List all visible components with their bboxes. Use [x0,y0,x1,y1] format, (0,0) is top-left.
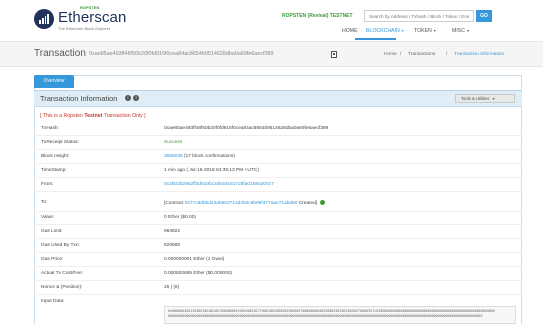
nav-token-label: TOKEN [414,28,432,34]
breadcrumb-transactions[interactable]: Transactions [408,52,435,57]
nonce-value: 26 | {6} [164,285,180,290]
ropsten-testnet-notice: [ This is a Ropsten Testnet Transaction … [40,113,146,119]
row-label: Input Data: [41,299,65,304]
help-icon[interactable]: ? [133,95,139,101]
row-label: From: [41,182,54,187]
contract-suffix: Created] [297,200,318,206]
row-timestamp: TimeStamp: 1 min ago ( Jul-16-2018 04:35… [34,165,522,178]
network-label: ROPSTEN (Revival) TESTNET [282,13,353,19]
notice-emphasis: Testnet [84,113,103,119]
nav-blockchain-label: BLOCKCHAIN [366,28,400,34]
chevron-down-icon: ▾ [466,28,469,33]
contract-prefix: [Contract [164,200,185,206]
tab-overview[interactable]: Overview [34,75,74,88]
page-title: Transaction [34,48,86,59]
row-label: Gas Price: [41,257,64,262]
input-data-box[interactable]: 0x60806040523480156100105760008060fd5b50… [164,306,516,324]
brand-name[interactable]: Etherscan [58,9,126,26]
row-label: TimeStamp: [41,168,67,173]
nav-token[interactable]: TOKEN ▾ [414,28,436,34]
breadcrumb-separator: / [446,52,448,57]
from-address-link[interactable]: 0x2b03b2952ff3d610bc3db40161728fa0158a20… [164,182,274,187]
nav-blockchain[interactable]: BLOCKCHAIN ▾ [366,28,404,34]
nav-misc-label: MISC [452,28,465,34]
block-height-value: 3658036 (17 block confirmations) [164,154,235,159]
value-amount: 0 Ether ($0.00) [164,215,196,220]
row-gas-used: Gas Used By Txn: 820685 [34,240,522,253]
logo-bars-icon [39,14,49,24]
contract-address-link[interactable]: 0x77c8d0bd23ab502712d4b0c9b99f477aae71ab… [185,201,298,206]
timestamp-value: 1 min ago ( Jul-16-2018 04:35:13 PM +UTC… [164,168,259,173]
nav-misc[interactable]: MISC ▾ [452,28,469,34]
chevron-down-icon: ▾ [401,28,404,33]
page: Etherscan ROPSTEN The Ethereum Block Exp… [0,0,543,324]
search-input[interactable] [364,10,474,22]
row-label: Block Height: [41,154,70,159]
txhash-value: 0xae85ae493ff48f50b20f0fd916f0cea84ac865… [164,126,329,131]
chevron-down-icon: ▾ [433,28,436,33]
tools-utilities-button[interactable]: Tools & Utilities ▾ [455,94,515,103]
row-txhash: TxHash: 0xae85ae493ff48f50b20f0fd916f0ce… [34,123,522,136]
row-value: Value: 0 Ether ($0.00) [34,212,522,225]
row-label: TxReceipt Status: [41,140,79,145]
gas-used-value: 820685 [164,243,181,248]
tools-utilities-label: Tools & Utilities [461,96,490,101]
to-value: [Contract 0x77c8d0bd23ab502712d4b0c9b99f… [164,200,326,206]
info-icon[interactable]: i [125,95,131,101]
row-label: Nonce & {Position}: [41,285,83,290]
row-label: Actual Tx Cost/Fee: [41,271,84,276]
tx-fee-value: 0.000820685 Ether ($0.000000) [164,271,233,276]
row-label: Value: [41,215,55,220]
breadcrumb-separator: / [400,52,402,57]
chevron-down-icon: ▾ [492,96,495,101]
notice-suffix: Transaction Only ] [102,113,146,119]
row-label: Gas Limit: [41,229,63,234]
gas-limit-value: 984822 [164,229,181,234]
status-value: Success [164,140,183,145]
gas-price-value: 0.000000001 Ether (1 Gwei) [164,257,225,262]
copy-icon[interactable] [331,51,337,58]
breadcrumb-current: Transaction Information [454,52,505,57]
row-block-height: Block Height: 3658036 (17 block confirma… [34,151,522,164]
breadcrumb-home[interactable]: Home [384,52,397,57]
row-receipt-status: TxReceipt Status: Success [34,137,522,150]
block-confirmations: (17 block confirmations) [184,154,235,159]
row-tx-fee: Actual Tx Cost/Fee: 0.000820685 Ether ($… [34,268,522,281]
notice-prefix: [ This is a Ropsten [40,113,85,119]
brand-badge: ROPSTEN [80,5,100,10]
row-label: TxHash: [41,126,59,131]
input-data-line: 0000000000000000000000000000000000000000… [168,314,483,318]
brand-tagline: The Ethereum Block Explorer [58,26,111,31]
row-nonce: Nonce & {Position}: 26 | {6} [34,282,522,295]
row-label: To: [41,200,48,205]
check-circle-icon [320,200,326,205]
nav-active-indicator [355,38,396,40]
row-gas-price: Gas Price: 0.000000001 Ether (1 Gwei) [34,254,522,267]
row-gas-limit: Gas Limit: 984822 [34,226,522,239]
search-go-button[interactable]: GO [476,10,492,22]
row-from: From: 0x2b03b2952ff3d610bc3db40161728fa0… [34,179,522,192]
row-to: To: [Contract 0x77c8d0bd23ab502712d4b0c9… [34,195,522,212]
row-label: Gas Used By Txn: [41,243,80,248]
panel-title: Transaction Information [40,94,118,103]
nav-home[interactable]: HOME [342,28,358,34]
page-title-hash: 0xae85ae493ff48f50b20f0fd916f0cea84ac865… [89,51,274,57]
block-link[interactable]: 3658036 [164,154,183,159]
